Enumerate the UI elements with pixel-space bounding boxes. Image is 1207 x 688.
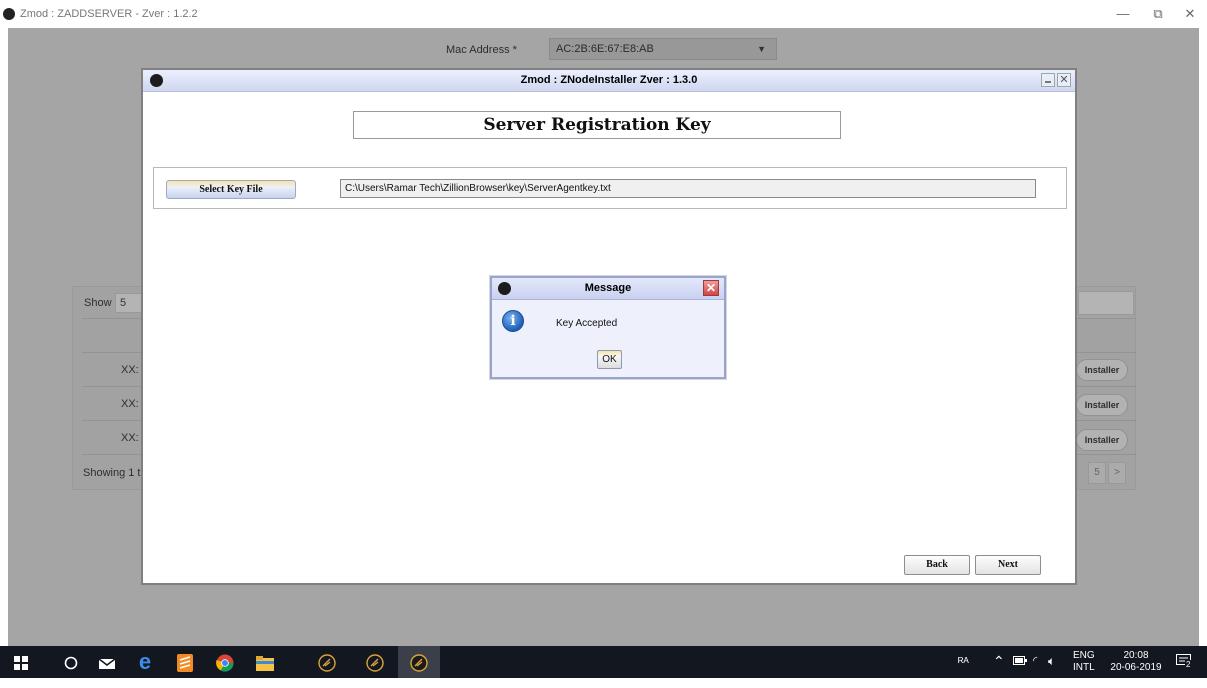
mac-address-label: Mac Address * [446,44,517,56]
message-dialog: Message ✕ i Key Accepted OK [490,276,726,379]
clock[interactable]: 20:08 20-06-2019 [1108,650,1164,682]
wifi-icon[interactable]: ◜ [1033,654,1037,686]
notifications-icon[interactable]: 2 [1176,654,1196,686]
app-titlebar: Zmod : ZADDSERVER - Zver : 1.2.2 — ⧉ ✕ [0,0,1207,28]
message-text: Key Accepted [556,318,618,329]
page-heading: Server Registration Key [353,111,841,139]
lang-bottom: INTL [1073,662,1095,673]
show-count-select[interactable]: 5 [115,293,143,313]
chevron-down-icon: ▼ [757,44,766,54]
chrome-icon[interactable] [204,646,246,678]
mac-address-select[interactable]: AC:2B:6E:67:E8:AB ▼ [549,38,777,60]
close-icon[interactable]: ✕ [1057,73,1071,87]
zmod-app-icon [3,8,15,20]
language-indicator[interactable]: ENG INTL [1073,650,1095,682]
ok-button[interactable]: OK [597,350,622,369]
minimize-icon[interactable]: — [1113,5,1133,23]
volume-icon[interactable]: 🔈︎ [1048,654,1055,686]
pagination-page[interactable]: 5 [1088,462,1106,484]
mac-address-value: AC:2B:6E:67:E8:AB [556,43,654,55]
close-icon[interactable]: ✕ [703,280,719,296]
installer-titlebar: Zmod : ZNodeInstaller Zver : 1.3.0 ✕ [143,70,1075,92]
people-icon[interactable]: ᴿᴬ [958,655,969,687]
close-icon[interactable]: ✕ [1180,5,1200,23]
chevron-up-icon[interactable]: ⌃ [993,653,1005,685]
installer-button[interactable]: Installer [1076,394,1128,416]
mail-icon[interactable] [86,646,128,678]
app-title: Zmod : ZADDSERVER - Zver : 1.2.2 [20,8,198,20]
minimize-icon[interactable] [1041,73,1055,87]
row-name: XX: [121,432,139,444]
info-icon: i [502,310,524,332]
show-label: Show [84,297,112,309]
key-file-panel: Select Key File C:\Users\Ramar Tech\Zill… [153,167,1067,209]
back-button[interactable]: Back [904,555,970,575]
key-file-path-field[interactable]: C:\Users\Ramar Tech\ZillionBrowser\key\S… [340,179,1036,198]
zmod-app-icon[interactable] [306,646,348,678]
next-button[interactable]: Next [975,555,1041,575]
pagination-next[interactable]: > [1108,462,1126,484]
clock-time: 20:08 [1123,650,1149,661]
edge-browser-icon[interactable]: e [124,646,166,678]
row-name: XX: [121,364,139,376]
message-title: Message [584,282,632,294]
restore-icon[interactable]: ⧉ [1148,5,1168,23]
installer-button[interactable]: Installer [1076,429,1128,451]
zmod-app-icon[interactable] [398,646,440,678]
message-titlebar: Message ✕ [492,278,724,300]
zmod-app-icon[interactable] [354,646,396,678]
table-search-input[interactable] [1078,291,1134,315]
select-key-file-button[interactable]: Select Key File [166,180,296,199]
file-explorer-icon[interactable] [244,646,286,678]
installer-title: Zmod : ZNodeInstaller Zver : 1.3.0 [520,74,698,86]
notification-count: 2 [1185,660,1192,669]
windows-taskbar: e ᴿᴬ ⌃ ◜ 🔈︎ ENG INTL 20:08 20-06-2019 2 [0,646,1207,678]
showing-entries-text: Showing 1 t [83,467,141,479]
row-name: XX: [121,398,139,410]
clock-date: 20-06-2019 [1110,662,1162,673]
sublime-text-icon[interactable] [164,646,206,678]
battery-icon[interactable] [1013,656,1027,688]
lang-top: ENG [1073,650,1095,661]
windows-start-icon[interactable] [0,646,42,678]
installer-button[interactable]: Installer [1076,359,1128,381]
